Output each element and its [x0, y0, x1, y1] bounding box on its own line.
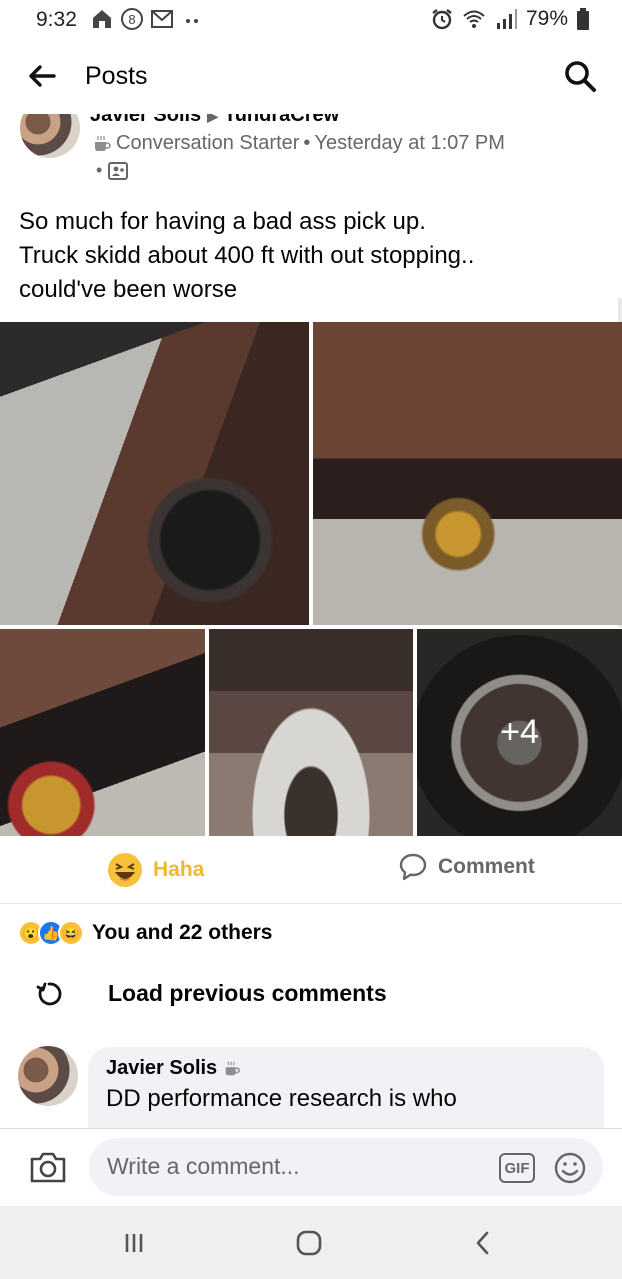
recent-apps-icon[interactable]: [119, 1228, 149, 1258]
post-photo[interactable]: [209, 629, 413, 836]
comment-button[interactable]: Comment: [398, 852, 535, 882]
post-text-line: So much for having a bad ass pick up.: [19, 208, 426, 235]
haha-emoji-icon: [108, 853, 142, 887]
post-timestamp[interactable]: Yesterday at 1:07 PM: [314, 132, 505, 155]
commenter-avatar[interactable]: [18, 1046, 78, 1106]
system-back-icon[interactable]: [468, 1228, 498, 1258]
status-left-icons: 8: [90, 7, 204, 31]
app-header: Posts: [0, 40, 622, 114]
home-button-icon[interactable]: [294, 1228, 324, 1258]
post-header: Javier Solis ▶ TundraCrew Conversation Sta…: [0, 114, 622, 194]
reaction-summary[interactable]: 😮 👍 😆 You and 22 others: [18, 920, 272, 946]
post-photo[interactable]: [0, 629, 205, 836]
group-audience-icon: [108, 161, 129, 180]
alarm-icon: [432, 9, 452, 30]
audience-row: •: [96, 160, 129, 181]
8-badge-icon: 8: [121, 8, 143, 30]
post-text: So much for having a bad ass pick up. Tr…: [19, 205, 609, 307]
post-text-line: Truck skidd about 400 ft with out stoppi…: [19, 242, 475, 269]
comment-placeholder: Write a comment...: [107, 1153, 300, 1179]
comment-label: Comment: [438, 855, 535, 878]
wifi-icon: [463, 10, 485, 28]
post-actions: Haha Comment: [0, 838, 622, 904]
author-avatar[interactable]: [20, 114, 80, 158]
refresh-icon: [36, 982, 62, 1006]
status-time: 9:32: [36, 8, 77, 31]
battery-icon: [577, 8, 589, 30]
comment-bubble-icon: [399, 853, 427, 881]
badge-label[interactable]: Conversation Starter: [116, 132, 299, 155]
signal-icon: [496, 9, 517, 29]
meta-separator: •: [303, 132, 311, 154]
page-title: Posts: [85, 62, 148, 90]
post-photo[interactable]: [313, 322, 622, 625]
comment-bubble[interactable]: Javier Solis DD performance research is …: [88, 1047, 604, 1128]
more-dots-icon: [186, 19, 198, 23]
mail-icon: [151, 10, 173, 28]
audience-dot: •: [96, 160, 103, 180]
coffee-cup-icon: [95, 135, 111, 151]
comment-author-row: Javier Solis: [106, 1057, 586, 1080]
camera-icon[interactable]: [28, 1149, 68, 1185]
svg-text:8: 8: [128, 12, 135, 27]
comment-text: DD performance research is who: [106, 1085, 457, 1112]
comment-composer: Write a comment... GIF: [0, 1128, 622, 1206]
reaction-summary-text: You and 22 others: [92, 921, 273, 944]
status-right-icons: 79%: [430, 7, 590, 31]
gif-button[interactable]: GIF: [499, 1153, 535, 1183]
group-name[interactable]: TundraCrew: [224, 114, 339, 126]
comment-author[interactable]: Javier Solis: [106, 1057, 217, 1080]
load-previous-comments[interactable]: Load previous comments: [34, 978, 387, 1008]
author-name[interactable]: Javier Solis: [90, 114, 201, 126]
search-icon[interactable]: [562, 58, 598, 94]
system-nav-bar: [0, 1206, 622, 1279]
post-photo-more[interactable]: +4: [417, 629, 622, 836]
home-icon: [93, 10, 111, 28]
back-arrow-icon[interactable]: [26, 60, 58, 92]
haha-label: Haha: [153, 858, 205, 881]
status-bar: 9:32 8 79%: [0, 0, 622, 40]
load-previous-label: Load previous comments: [108, 979, 387, 1006]
post-author-line: Javier Solis ▶ TundraCrew: [90, 114, 339, 127]
haha-reaction-button[interactable]: Haha: [107, 852, 204, 888]
comment-input[interactable]: Write a comment... GIF: [89, 1138, 603, 1196]
caret-right-icon: ▶: [207, 114, 218, 124]
coffee-cup-icon: [225, 1061, 241, 1075]
haha-reaction-icon: 😆: [58, 920, 84, 946]
emoji-smiley-icon[interactable]: [553, 1151, 587, 1185]
post-photo[interactable]: [0, 322, 309, 625]
battery-percent: 79%: [525, 7, 568, 30]
post-text-line: could've been worse: [19, 276, 238, 303]
post-meta: Conversation Starter • Yesterday at 1:07…: [92, 132, 505, 155]
more-photos-count: +4: [417, 629, 622, 836]
comment-item: Javier Solis DD performance research is …: [0, 1040, 622, 1128]
